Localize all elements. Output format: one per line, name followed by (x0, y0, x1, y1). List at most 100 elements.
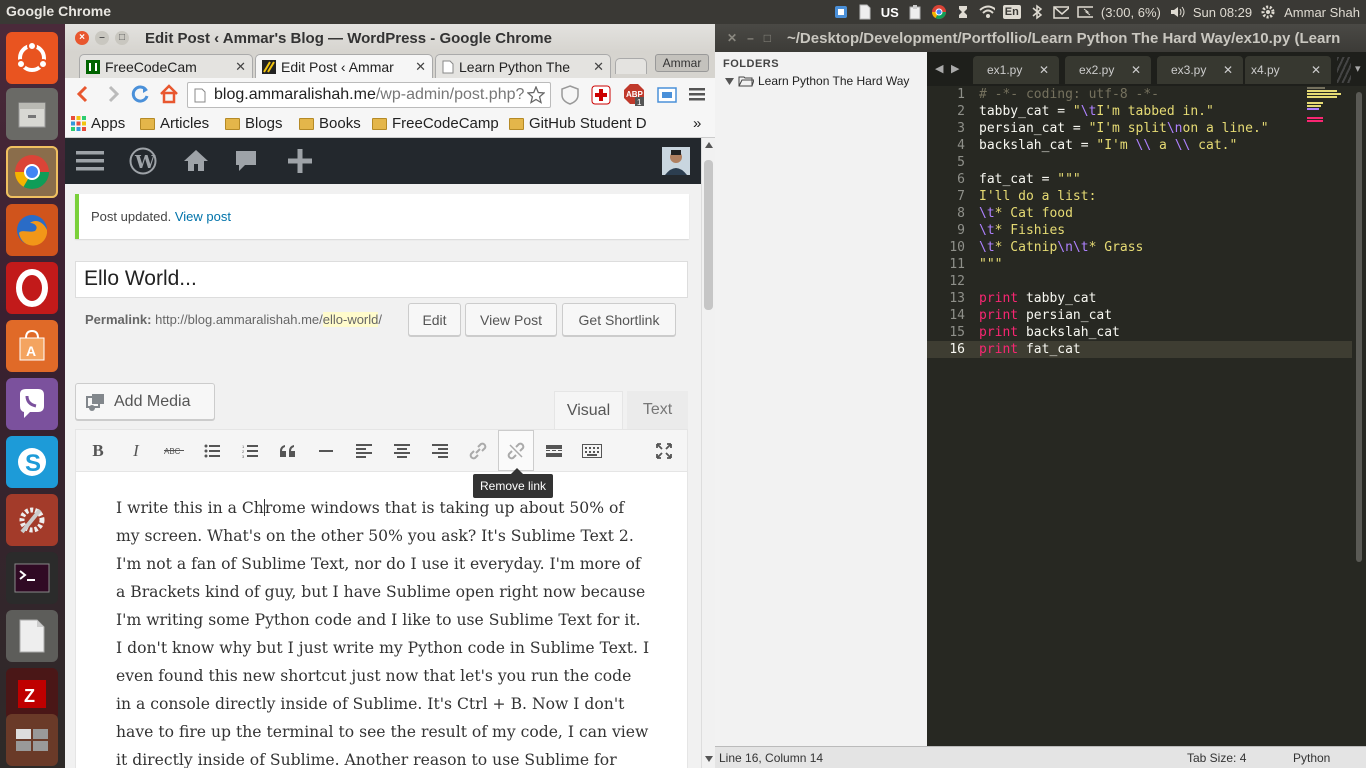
keyboard-layout-indicator[interactable]: US (881, 5, 899, 20)
bluetooth-icon[interactable] (1029, 4, 1045, 20)
horizontal-line-button[interactable] (308, 430, 344, 471)
comments-icon[interactable] (233, 148, 259, 174)
skype-icon[interactable]: S (6, 436, 58, 488)
distraction-free-button[interactable] (646, 430, 682, 471)
toolbar-toggle-button[interactable] (574, 430, 610, 471)
view-post-link[interactable]: View post (175, 209, 231, 224)
volume-icon[interactable] (1169, 4, 1185, 20)
tab-text[interactable]: Text (627, 391, 688, 429)
chrome-tray-icon[interactable] (931, 4, 947, 20)
close-tab-icon[interactable]: ✕ (1311, 63, 1321, 77)
home-icon[interactable] (159, 84, 179, 104)
wordpress-logo-icon[interactable]: W (129, 147, 157, 175)
tab-freecodecamp[interactable]: FreeCodeCam ✕ (79, 54, 253, 78)
close-tab-icon[interactable]: ✕ (1131, 63, 1141, 77)
align-center-button[interactable] (384, 430, 420, 471)
update-notifier-icon[interactable] (955, 4, 971, 20)
scrollbar-thumb[interactable] (704, 160, 713, 310)
clock[interactable]: Sun 08:29 (1193, 5, 1252, 20)
insert-link-button[interactable] (460, 430, 496, 471)
medic-extension-icon[interactable] (591, 85, 611, 105)
bookmark-folder-freecodecamp[interactable]: FreeCodeCamp (372, 115, 499, 132)
tab-size-indicator[interactable]: Tab Size: 4 (1187, 751, 1246, 765)
maximize-window-button[interactable]: □ (764, 31, 771, 45)
tab-list-icon[interactable]: ▾ (1355, 62, 1361, 75)
add-media-button[interactable]: Add Media (75, 383, 215, 420)
close-tab-icon[interactable]: ✕ (593, 59, 604, 75)
forward-icon[interactable] (103, 84, 123, 104)
code-editor[interactable]: 1 2 3 4 5 6 7 8 9 10 11 12 13 14 15 16 #… (927, 86, 1352, 746)
remove-link-button[interactable] (498, 430, 534, 471)
battery-status[interactable]: (3:00, 6%) (1101, 5, 1161, 20)
bold-button[interactable]: B (80, 430, 116, 471)
profile-button[interactable]: Ammar (655, 54, 709, 72)
italic-button[interactable]: I (118, 430, 154, 471)
numbered-list-button[interactable]: 123 (232, 430, 268, 471)
view-post-button[interactable]: View Post (465, 303, 557, 336)
minimap[interactable] (1305, 86, 1355, 126)
bookmark-folder-blogs[interactable]: Blogs (225, 115, 283, 132)
libreoffice-icon[interactable] (6, 610, 58, 662)
address-bar[interactable]: blog.ammaralishah.me/wp-admin/post.php? (187, 82, 551, 108)
sidebar-folder[interactable]: Learn Python The Hard Way (725, 74, 909, 88)
viber-icon[interactable] (6, 378, 58, 430)
software-center-icon[interactable]: A (6, 320, 58, 372)
adblock-plus-icon[interactable]: ABP 1 (623, 83, 645, 107)
close-window-button[interactable]: × (75, 31, 89, 45)
minimize-window-button[interactable]: – (95, 31, 109, 45)
terminal-icon[interactable] (6, 552, 58, 604)
close-tab-icon[interactable]: ✕ (1039, 63, 1049, 77)
post-title-input[interactable]: Ello World... (75, 261, 688, 298)
firefox-icon[interactable] (6, 204, 58, 256)
close-window-button[interactable]: ✕ (727, 31, 737, 45)
opera-icon[interactable] (6, 262, 58, 314)
close-tab-icon[interactable]: ✕ (1223, 63, 1233, 77)
shield-extension-icon[interactable] (561, 85, 579, 105)
scrollbar-thumb[interactable] (1356, 92, 1362, 562)
ubuntu-dash-icon[interactable] (6, 32, 58, 84)
mail-icon[interactable] (1053, 4, 1069, 20)
post-content[interactable]: I write this in a Chrome windows that is… (116, 494, 651, 768)
input-language-indicator[interactable]: En (1002, 5, 1021, 19)
bulleted-list-button[interactable] (194, 430, 230, 471)
prev-tab-icon[interactable]: ◀ (935, 62, 943, 75)
gear-icon[interactable] (1260, 4, 1276, 20)
more-bookmarks-button[interactable]: » (693, 115, 701, 132)
scroll-up-icon[interactable] (705, 142, 713, 148)
disclosure-triangle-icon[interactable] (725, 77, 734, 85)
workspace-switcher-icon[interactable] (6, 714, 58, 766)
tab-ex2[interactable]: ex2.py ✕ (1065, 56, 1151, 84)
close-tab-icon[interactable]: ✕ (235, 59, 246, 75)
reload-icon[interactable] (131, 84, 151, 104)
bookmark-apps[interactable]: Apps (71, 115, 125, 132)
tab-learn-python[interactable]: Learn Python The ✕ (435, 54, 611, 78)
bookmark-star-icon[interactable] (527, 86, 545, 104)
menu-toggle-icon[interactable] (76, 150, 104, 172)
tab-ex3[interactable]: ex3.py ✕ (1157, 56, 1243, 84)
screenshot-extension-icon[interactable] (657, 85, 677, 105)
strikethrough-button[interactable]: ABC (156, 430, 192, 471)
page-scrollbar[interactable] (701, 138, 715, 768)
battery-icon[interactable] (1077, 4, 1093, 20)
tab-ex1[interactable]: ex1.py ✕ (973, 56, 1059, 84)
tab-ex4[interactable]: x4.py ✕ (1245, 56, 1331, 84)
files-icon[interactable] (6, 88, 58, 140)
user-name[interactable]: Ammar Shah (1284, 5, 1360, 20)
document-icon[interactable] (857, 4, 873, 20)
avatar[interactable] (662, 147, 690, 175)
tab-visual[interactable]: Visual (554, 391, 623, 429)
filezilla-icon[interactable]: Z (6, 668, 58, 720)
read-more-button[interactable] (536, 430, 572, 471)
get-shortlink-button[interactable]: Get Shortlink (562, 303, 676, 336)
back-icon[interactable] (73, 84, 93, 104)
system-settings-icon[interactable] (6, 494, 58, 546)
align-right-button[interactable] (422, 430, 458, 471)
bookmark-folder-github-student[interactable]: GitHub Student D (509, 115, 679, 132)
bookmark-folder-books[interactable]: Books (299, 115, 361, 132)
permalink-slug[interactable]: ello-world (322, 312, 379, 327)
blockquote-button[interactable] (270, 430, 306, 471)
align-left-button[interactable] (346, 430, 382, 471)
new-tab-button[interactable] (615, 58, 647, 74)
close-tab-icon[interactable]: ✕ (415, 59, 426, 75)
next-tab-icon[interactable]: ▶ (951, 62, 959, 75)
